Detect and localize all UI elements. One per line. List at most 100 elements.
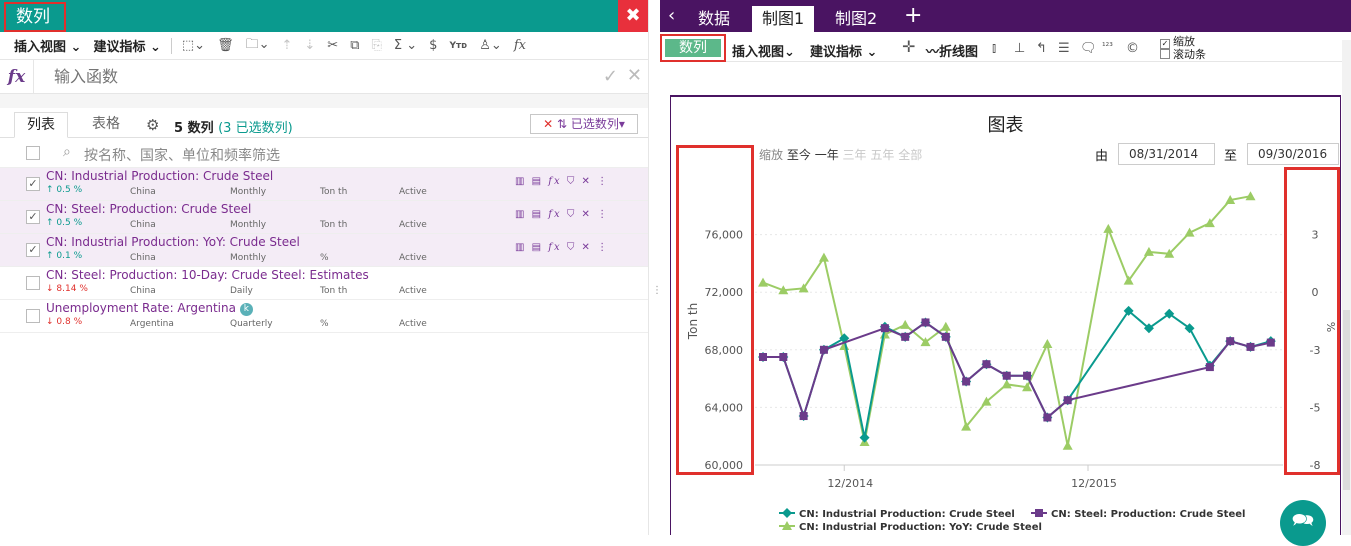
move-up-icon[interactable]: ⇡ [275, 38, 298, 53]
column-chart-icon[interactable]: ▤ [532, 242, 543, 253]
brush-icon[interactable]: ♙⌄ [473, 38, 508, 53]
series-row-checkbox[interactable] [26, 276, 40, 290]
series-name[interactable]: CN: Industrial Production: YoY: Crude St… [46, 235, 300, 249]
insert-view-button[interactable]: 插入视图⌄ [732, 41, 795, 60]
remove-icon[interactable]: ✕ [582, 242, 592, 253]
panel-splitter[interactable]: ⋮ [648, 0, 662, 535]
education-icon[interactable]: ⛉ [567, 242, 577, 253]
series-row[interactable]: CN: Steel: Production: 10-Day: Crude Ste… [0, 267, 648, 300]
scrollbar-thumb[interactable] [1343, 310, 1350, 490]
formula-input[interactable] [34, 67, 514, 86]
chart-container: 图表 缩放 至今 一年 三年 五年 全部 由 08/31/2014 至 09/3… [670, 95, 1341, 535]
axis-chart-icon[interactable]: ⊥ [1014, 41, 1025, 56]
data-point [1226, 337, 1235, 346]
vertical-scrollbar[interactable] [1342, 40, 1351, 535]
arrow-down-icon: ↓ [46, 317, 54, 327]
series-row-checkbox[interactable]: ✓ [26, 210, 40, 224]
filter-row: ⌕ 按名称、国家、单位和频率筛选 [0, 138, 648, 168]
series-row-checkbox[interactable]: ✓ [26, 243, 40, 257]
data-point [1023, 371, 1032, 380]
series-status: Active [399, 286, 427, 296]
add-tab-icon[interactable]: + [904, 3, 922, 28]
series-unit: Ton th [320, 220, 348, 230]
function-icon[interactable]: fx [548, 209, 561, 220]
select-icon[interactable]: ⬚⌄ [176, 38, 211, 53]
tab-table[interactable]: 表格 [80, 112, 132, 138]
chat-button[interactable]: 🗪 [1280, 500, 1326, 546]
column-chart-icon[interactable]: ⫾ [992, 41, 996, 56]
paste-icon[interactable]: ⎘ [366, 38, 388, 53]
copyright-icon[interactable]: © [1126, 41, 1139, 56]
series-name[interactable]: CN: Industrial Production: Crude Steel [46, 169, 273, 183]
number-format-icon[interactable]: ¹²³ [1102, 42, 1113, 52]
more-icon[interactable]: ⋮ [597, 242, 609, 253]
series-row-checkbox[interactable]: ✓ [26, 177, 40, 191]
series-row-checkbox[interactable] [26, 309, 40, 323]
series-row[interactable]: ✓ CN: Steel: Production: Crude Steel ↑ 0.5… [0, 201, 648, 234]
comment-icon[interactable]: 🗨 [1080, 41, 1097, 56]
series-row[interactable]: ✓ CN: Industrial Production: YoY: Crude S… [0, 234, 648, 267]
tab-chart2[interactable]: 制图2 [825, 6, 887, 32]
series-button[interactable]: 数列 [660, 34, 726, 62]
series-name[interactable]: CN: Steel: Production: Crude Steel [46, 202, 251, 216]
series-status: Active [399, 187, 427, 197]
select-all-checkbox[interactable] [26, 146, 40, 160]
scrollbar-option[interactable]: 滚动条 [1160, 49, 1206, 61]
tab-list[interactable]: 列表 [14, 112, 68, 138]
bar-chart-icon[interactable]: ▥ [515, 209, 526, 220]
scrollbar-checkbox[interactable] [1160, 49, 1170, 59]
series-row-actions: ▥ ▤ fx ⛉ ✕ ⋮ [515, 242, 609, 253]
gear-icon[interactable]: ⚙ [146, 116, 159, 134]
data-point [799, 412, 808, 421]
line-chart-button[interactable]: 〰折线图 [926, 41, 978, 60]
currency-icon[interactable]: $ [423, 38, 443, 53]
series-row[interactable]: Unemployment Rate: Argentina k ↓ 0.8 % Arg… [0, 300, 648, 333]
selected-series-button[interactable]: ✕ ⇅ 已选数列▾ [530, 114, 638, 134]
data-point [982, 360, 991, 369]
function-icon[interactable]: fx [508, 38, 532, 53]
copy-icon[interactable]: ⧉ [344, 38, 365, 53]
column-chart-icon[interactable]: ▤ [532, 176, 543, 187]
more-icon[interactable]: ⋮ [597, 209, 609, 220]
confirm-icon[interactable]: ✓ [603, 66, 618, 87]
list-icon[interactable]: ☰ [1058, 41, 1070, 56]
suggest-indicator-button[interactable]: 建议指标 ⌄ [87, 36, 166, 55]
suggest-indicator-button[interactable]: 建议指标 ⌄ [810, 41, 877, 60]
data-point [921, 318, 930, 327]
bar-chart-icon[interactable]: ▥ [515, 242, 526, 253]
data-point [758, 277, 768, 287]
series-row[interactable]: ✓ CN: Industrial Production: Crude Steel ↑… [0, 168, 648, 201]
ytd-icon[interactable]: Yᴛᴅ [443, 41, 473, 51]
back-icon[interactable]: ‹ [668, 5, 675, 26]
education-icon[interactable]: ⛉ [567, 176, 577, 187]
sum-icon[interactable]: Σ ⌄ [388, 38, 423, 53]
remove-icon[interactable]: ✕ [582, 176, 592, 187]
undo-icon[interactable]: ↰ [1036, 41, 1047, 56]
bar-chart-icon[interactable]: ▥ [515, 176, 526, 187]
function-icon[interactable]: fx [548, 242, 561, 253]
crosshair-icon[interactable]: ✛ [902, 37, 915, 56]
column-chart-icon[interactable]: ▤ [532, 209, 543, 220]
remove-icon[interactable]: ✕ [582, 209, 592, 220]
filter-input[interactable]: 按名称、国家、单位和频率筛选 [84, 145, 280, 165]
folder-icon[interactable]: 🗀⌄ [240, 35, 276, 57]
more-icon[interactable]: ⋮ [597, 176, 609, 187]
insert-view-button[interactable]: 插入视图 ⌄ [8, 36, 87, 55]
move-down-icon[interactable]: ⇣ [298, 38, 321, 53]
series-name[interactable]: Unemployment Rate: Argentina k [46, 301, 253, 316]
zoom-checkbox[interactable]: ✓ [1160, 39, 1170, 49]
arrow-up-icon: ↑ [46, 185, 54, 195]
tab-chart1[interactable]: 制图1 [752, 6, 815, 32]
close-icon[interactable]: ✖ [618, 0, 648, 32]
trash-icon[interactable]: 🗑 [211, 38, 240, 53]
series-list: ✓ CN: Industrial Production: Crude Steel ↑… [0, 168, 648, 348]
education-icon[interactable]: ⛉ [567, 209, 577, 220]
function-icon[interactable]: fx [548, 176, 561, 187]
data-point [880, 324, 889, 333]
cut-icon[interactable]: ✂ [321, 38, 344, 53]
function-icon: fx [0, 59, 34, 94]
series-name[interactable]: CN: Steel: Production: 10-Day: Crude Ste… [46, 268, 369, 282]
series-name-text: CN: Steel: Production: 10-Day: Crude Ste… [46, 268, 369, 282]
tab-data[interactable]: 数据 [688, 6, 740, 32]
cancel-icon[interactable]: ✕ [627, 65, 642, 86]
